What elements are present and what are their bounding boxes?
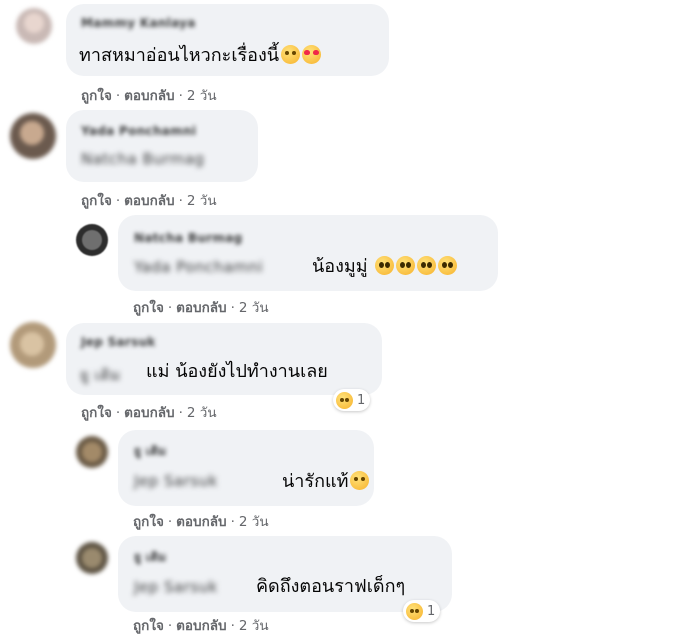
avatar[interactable] bbox=[76, 436, 108, 468]
timestamp[interactable]: 2 วัน bbox=[187, 88, 217, 104]
reply-text: น้องมูมู่ bbox=[312, 255, 458, 279]
mention-tag[interactable]: ยู เติม bbox=[80, 363, 121, 387]
avatar[interactable] bbox=[16, 8, 52, 44]
comment-bubble: Jep Sarsuk ยู เติม แม่ น้องยังไปทำงานเลย bbox=[66, 323, 382, 395]
comment-author[interactable]: Mammy Kanlaya bbox=[81, 16, 196, 30]
like-link[interactable]: ถูกใจ bbox=[133, 618, 164, 634]
timestamp[interactable]: 2 วัน bbox=[187, 405, 217, 421]
reply-bubble: ยู เติม Jep Sarsuk น่ารักแท้ bbox=[118, 430, 374, 506]
reply-actions: ถูกใจ · ตอบกลับ · 2 วัน bbox=[133, 514, 269, 530]
like-link[interactable]: ถูกใจ bbox=[81, 88, 112, 104]
timestamp[interactable]: 2 วัน bbox=[239, 618, 269, 634]
smile-emoji-icon bbox=[350, 471, 370, 490]
comment-bubble: Yada Ponchamni Natcha Burmag bbox=[66, 110, 258, 182]
comment-actions: ถูกใจ · ตอบกลับ · 2 วัน bbox=[81, 88, 217, 104]
haha-emoji-icon bbox=[336, 391, 353, 409]
mention-tag[interactable]: Natcha Burmag bbox=[81, 150, 205, 168]
avatar[interactable] bbox=[76, 542, 108, 574]
reaction-badge[interactable]: 1 bbox=[403, 600, 441, 622]
heart-eyes-emoji-icon bbox=[302, 45, 322, 64]
mention-tag[interactable]: Jep Sarsuk bbox=[134, 472, 218, 490]
reply-bubble: Natcha Burmag Yada Ponchamni น้องมูมู่ bbox=[118, 215, 498, 291]
like-link[interactable]: ถูกใจ bbox=[81, 405, 112, 421]
comment-bubble: Mammy Kanlaya ทาสหมาอ่อนไหวกะเรื่องนี้ bbox=[66, 4, 389, 76]
reply-author[interactable]: Natcha Burmag bbox=[134, 231, 243, 245]
reply-text: น่ารักแท้ bbox=[282, 470, 370, 494]
comment-actions: ถูกใจ · ตอบกลับ · 2 วัน bbox=[81, 405, 217, 421]
reply-author[interactable]: ยู เติม bbox=[134, 548, 167, 567]
pleading-emoji-icon bbox=[438, 256, 458, 275]
reply-actions: ถูกใจ · ตอบกลับ · 2 วัน bbox=[133, 618, 269, 634]
comment-text: แม่ น้องยังไปทำงานเลย bbox=[146, 361, 328, 382]
like-link[interactable]: ถูกใจ bbox=[81, 193, 112, 209]
reaction-count: 1 bbox=[357, 392, 366, 408]
mention-tag[interactable]: Jep Sarsuk bbox=[134, 578, 218, 596]
reaction-badge[interactable]: 1 bbox=[333, 389, 371, 411]
comment-author[interactable]: Yada Ponchamni bbox=[81, 124, 196, 138]
avatar[interactable] bbox=[10, 322, 56, 368]
like-link[interactable]: ถูกใจ bbox=[133, 514, 164, 530]
avatar[interactable] bbox=[10, 113, 56, 159]
haha-emoji-icon bbox=[406, 602, 423, 620]
comment-text: ทาสหมาอ่อนไหวกะเรื่องนี้ bbox=[79, 44, 322, 68]
timestamp[interactable]: 2 วัน bbox=[239, 514, 269, 530]
reply-actions: ถูกใจ · ตอบกลับ · 2 วัน bbox=[133, 300, 269, 316]
timestamp[interactable]: 2 วัน bbox=[239, 300, 269, 316]
comment-actions: ถูกใจ · ตอบกลับ · 2 วัน bbox=[81, 193, 217, 209]
pleading-emoji-icon bbox=[417, 256, 437, 275]
reply-text: คิดถึงตอนราฟเด็กๆ bbox=[256, 576, 406, 597]
reply-link[interactable]: ตอบกลับ bbox=[124, 193, 174, 209]
comment-author[interactable]: Jep Sarsuk bbox=[81, 335, 156, 349]
smile-emoji-icon bbox=[281, 45, 301, 64]
reply-author[interactable]: ยู เติม bbox=[134, 442, 167, 461]
pleading-emoji-icon bbox=[375, 256, 395, 275]
reply-bubble: ยู เติม Jep Sarsuk คิดถึงตอนราฟเด็กๆ bbox=[118, 536, 452, 612]
reply-link[interactable]: ตอบกลับ bbox=[176, 618, 226, 634]
reply-link[interactable]: ตอบกลับ bbox=[176, 300, 226, 316]
reply-link[interactable]: ตอบกลับ bbox=[124, 405, 174, 421]
avatar[interactable] bbox=[76, 224, 108, 256]
like-link[interactable]: ถูกใจ bbox=[133, 300, 164, 316]
pleading-emoji-icon bbox=[396, 256, 416, 275]
reply-link[interactable]: ตอบกลับ bbox=[124, 88, 174, 104]
mention-tag[interactable]: Yada Ponchamni bbox=[134, 258, 263, 276]
timestamp[interactable]: 2 วัน bbox=[187, 193, 217, 209]
reply-link[interactable]: ตอบกลับ bbox=[176, 514, 226, 530]
reaction-count: 1 bbox=[427, 603, 436, 619]
